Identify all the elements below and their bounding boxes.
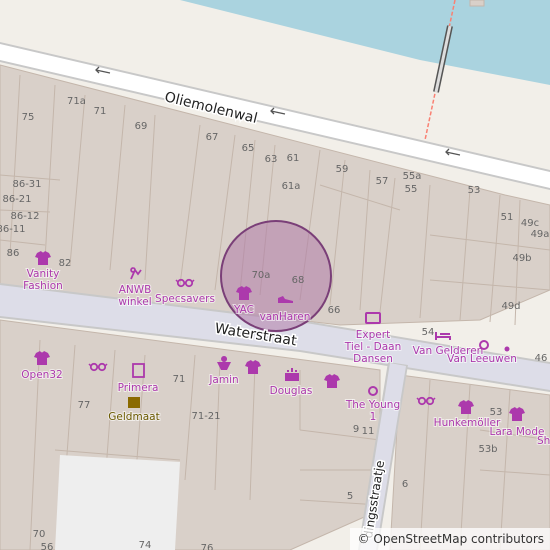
housenumber: 86-12 [10,211,39,222]
poi-label: Specsavers [155,293,215,305]
poi-label: Primera [118,382,159,394]
poi-label-line: 1 [370,411,377,423]
housenumber: 71a [67,96,86,107]
housenumber: 61 [287,153,300,164]
housenumber: 49c [521,218,539,229]
poi-label: Geldmaat [108,411,159,423]
housenumber: 57 [376,176,389,187]
housenumber: 5 [347,491,353,502]
housenumber: 71 [94,106,107,117]
dot-icon [504,346,510,352]
housenumber: 54 [422,327,435,338]
poi-label: vanHaren [260,311,311,323]
housenumber: 74 [139,540,152,550]
poi-label: Douglas [270,385,313,397]
housenumber: 55 [405,184,418,195]
poi-label: Open32 [21,369,62,381]
housenumber: 77 [78,400,91,411]
poi-label: Jamin [208,374,238,386]
housenumber: 86-21 [2,194,31,205]
river [60,0,550,85]
open-space [55,455,180,550]
housenumber: 68 [292,275,305,286]
poi-label: YAC [233,304,254,316]
poi-label-line: Fashion [23,280,63,292]
housenumber: 65 [242,143,255,154]
housenumber: 53b [478,444,497,455]
housenumber: 9 [353,424,359,435]
pawnbroker-icon [128,397,140,408]
poi-label: Vanity Fashion [23,268,63,292]
map-canvas[interactable]: Oliemolenwal Waterstraat dingsstraatje 7… [0,0,550,550]
housenumber: 51 [501,212,514,223]
poi-label-line: Expert [356,329,390,341]
housenumber: 86 [7,248,20,259]
housenumber: 55a [403,171,422,182]
housenumber: 49a [531,229,550,240]
poi-sh[interactable]: Sh [536,434,550,448]
poi-label-line: Vanity [27,268,60,280]
housenumber: 46 [535,353,548,364]
housenumber: 70 [33,529,46,540]
housenumber: 53 [468,185,481,196]
housenumber: 71 [173,374,186,385]
map-view[interactable]: Oliemolenwal Waterstraat dingsstraatje 7… [0,0,550,550]
housenumber: 61a [282,181,301,192]
osm-contributors-link[interactable]: OpenStreetMap contributors [373,532,544,546]
housenumber: 49d [501,301,520,312]
housenumber: 82 [59,258,72,269]
housenumber: 66 [328,305,341,316]
housenumber: 86-31 [12,179,41,190]
housenumber: 59 [336,164,349,175]
poi-label-line: Tiel - Daan [344,341,401,353]
housenumber: 49b [512,253,531,264]
housenumber: 71-21 [191,411,220,422]
poi-label: Van Leeuwen [447,353,517,365]
housenumber: 86-11 [0,224,26,235]
poi-label-line: winkel [118,296,151,308]
housenumber: 69 [135,121,148,132]
housenumber: 11 [362,426,375,437]
poi-label-line: ANWB [119,284,152,296]
poi-label: ANWB winkel [118,284,151,308]
building-corner [469,0,485,7]
poi-label-line: The Young [345,399,400,411]
housenumber: 67 [206,132,219,143]
map-attribution: © OpenStreetMap contributors [349,528,550,550]
housenumber: 70a [252,270,271,281]
poi-label-line: Dansen [353,353,393,365]
poi-label: Sh [537,435,550,447]
furniture-icon [435,332,451,340]
housenumber: 76 [201,543,214,550]
housenumber: 56 [41,542,54,550]
housenumber: 63 [265,154,278,165]
housenumber: 6 [402,479,408,490]
housenumber: 75 [22,112,35,123]
copyright-symbol: © [357,532,370,546]
